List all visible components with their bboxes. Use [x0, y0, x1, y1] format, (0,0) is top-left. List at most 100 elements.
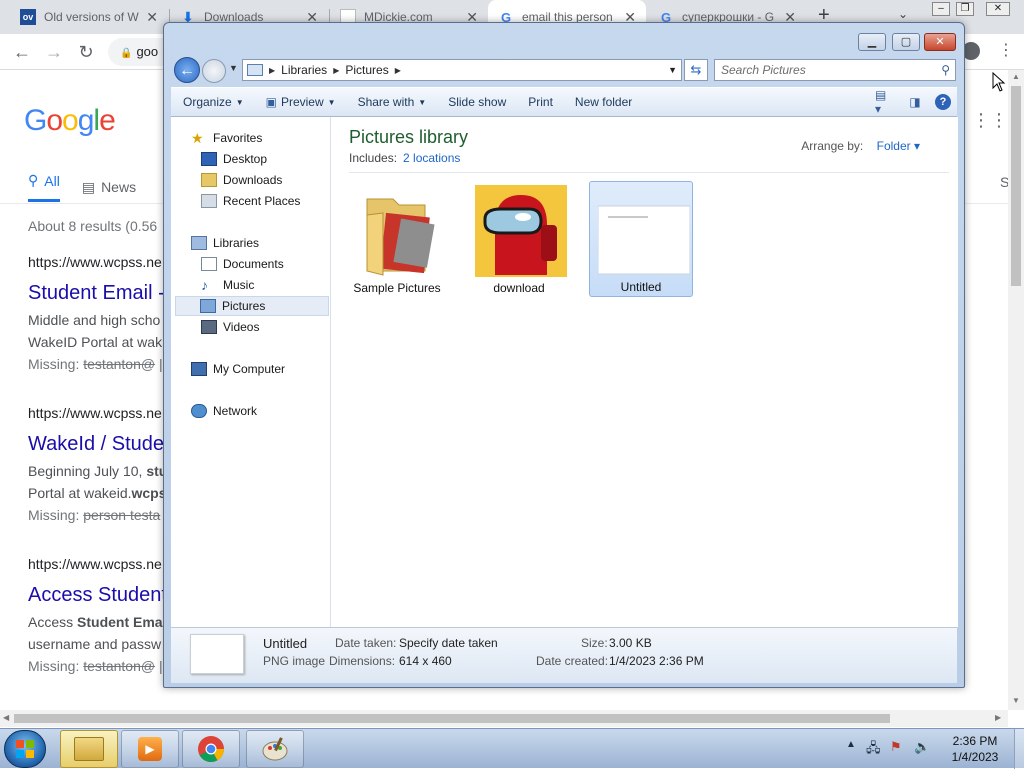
preview-icon: ▣	[265, 95, 277, 109]
system-clock[interactable]: 2:36 PM 1/4/2023	[940, 733, 1010, 765]
arrange-by-dropdown[interactable]: Folder ▾	[877, 139, 920, 153]
videos-icon	[201, 320, 217, 334]
breadcrumb-libraries[interactable]: Libraries	[281, 63, 327, 77]
size-value: 3.00 KB	[609, 636, 652, 650]
change-view-icon[interactable]: ▤ ▾	[875, 88, 895, 116]
details-pane: Untitled PNG image Date taken: Specify d…	[171, 627, 957, 683]
nav-network[interactable]: Network	[191, 401, 257, 421]
address-bar[interactable]: ▶ Libraries ▶ Pictures ▶ ▼	[242, 59, 682, 81]
scroll-up-icon[interactable]: ▲	[1012, 72, 1020, 81]
item-untitled[interactable]: Untitled	[589, 181, 693, 297]
help-icon[interactable]: ?	[935, 94, 951, 110]
search-input[interactable]: Search Pictures ⚲	[714, 59, 956, 81]
taskbar-chrome[interactable]	[182, 730, 240, 768]
locations-link[interactable]: 2 locations	[403, 151, 460, 165]
volume-icon[interactable]: 🔈	[914, 739, 930, 755]
scroll-left-icon[interactable]: ◀	[3, 713, 9, 722]
size-label: Size:	[581, 636, 608, 650]
maximize-icon[interactable]: ▢	[892, 33, 920, 51]
tab-label: All	[44, 172, 60, 189]
forward-arrow-icon[interactable]	[202, 59, 226, 83]
mouse-cursor-icon	[992, 72, 1006, 92]
date-taken-value[interactable]: Specify date taken	[399, 636, 498, 650]
preview-button[interactable]: ▣ Preview ▼	[254, 95, 346, 109]
close-tab-icon[interactable]: ✕	[146, 9, 158, 26]
nav-libraries[interactable]: Libraries	[191, 233, 259, 253]
search-icon[interactable]: ⚲	[941, 60, 950, 80]
breadcrumb-chevron-icon[interactable]: ▶	[269, 66, 275, 75]
date-taken-label: Date taken:	[335, 636, 397, 650]
vertical-scrollbar[interactable]: ▲ ▼	[1008, 70, 1024, 710]
google-logo[interactable]: Google	[24, 104, 116, 138]
breadcrumb-pictures[interactable]: Pictures	[345, 63, 388, 77]
network-icon	[191, 404, 207, 418]
slide-show-button[interactable]: Slide show	[436, 95, 516, 109]
nav-videos[interactable]: Videos	[201, 317, 259, 337]
lock-icon: 🔒	[120, 48, 133, 59]
show-hidden-icons-icon[interactable]: ▲	[846, 739, 856, 750]
close-icon[interactable]: ✕	[924, 33, 956, 51]
downloads-folder-icon	[201, 173, 217, 187]
taskbar-media-player[interactable]: ▶	[121, 730, 179, 768]
item-label: download	[493, 281, 545, 295]
tab-search-chevron-icon[interactable]: ⌄	[898, 7, 908, 21]
tab-old-versions[interactable]: ov Old versions of W ✕	[10, 0, 168, 34]
minimize-icon[interactable]: –	[932, 2, 950, 16]
item-sample-pictures[interactable]: Sample Pictures	[345, 181, 449, 297]
scrollbar-thumb[interactable]	[14, 714, 890, 723]
restore-icon[interactable]: ❐	[956, 2, 974, 16]
back-arrow-icon[interactable]: ←	[10, 40, 34, 64]
nav-recent-places[interactable]: Recent Places	[201, 191, 300, 211]
new-folder-button[interactable]: New folder	[563, 95, 642, 109]
scroll-right-icon[interactable]: ▶	[995, 713, 1001, 722]
navigation-pane: ★ Favorites Desktop Downloads Recent Pla…	[171, 117, 331, 627]
taskbar-explorer[interactable]	[60, 730, 118, 768]
nav-downloads[interactable]: Downloads	[201, 170, 282, 190]
share-with-button[interactable]: Share with ▼	[346, 95, 437, 109]
taskbar-paint[interactable]	[246, 730, 304, 768]
horizontal-scrollbar[interactable]: ◀ ▶	[0, 710, 1008, 727]
music-icon: ♪	[201, 277, 208, 293]
network-tray-icon[interactable]: 🖧	[866, 739, 881, 761]
forward-arrow-icon[interactable]: →	[42, 40, 66, 64]
tab-all[interactable]: ⚲ All	[28, 172, 60, 202]
address-bar[interactable]: 🔒 goo	[108, 38, 168, 66]
refresh-icon[interactable]: ⇆	[684, 59, 708, 81]
scrollbar-thumb[interactable]	[1011, 86, 1021, 286]
action-center-flag-icon[interactable]: ⚑	[890, 739, 902, 755]
file-thumbnail	[190, 634, 244, 674]
nav-pictures[interactable]: Pictures	[175, 296, 329, 316]
file-type: PNG image	[263, 654, 326, 668]
chrome-menu-icon[interactable]: ⋮	[998, 40, 1014, 60]
clock-date: 1/4/2023	[951, 750, 999, 764]
search-icon: ⚲	[28, 172, 39, 188]
address-dropdown-icon[interactable]: ▼	[668, 65, 677, 75]
search-tabs: ⚲ All ▤ News	[28, 172, 136, 202]
recent-places-icon	[201, 194, 217, 208]
back-arrow-icon[interactable]: ←	[174, 57, 200, 83]
nav-desktop[interactable]: Desktop	[201, 149, 267, 169]
nav-documents[interactable]: Documents	[201, 254, 284, 274]
library-title: Pictures library	[349, 127, 469, 147]
close-window-icon[interactable]: ✕	[986, 2, 1010, 16]
nav-my-computer[interactable]: My Computer	[191, 359, 285, 379]
explorer-icon	[74, 737, 104, 761]
blank-image	[598, 205, 690, 275]
recent-pages-chevron-icon[interactable]: ▼	[229, 63, 238, 73]
start-button[interactable]	[4, 730, 46, 768]
minimize-icon[interactable]: ▁	[858, 33, 886, 51]
preview-pane-icon[interactable]: ◨	[905, 93, 925, 111]
breadcrumb-chevron-icon[interactable]: ▶	[395, 66, 401, 75]
nav-music[interactable]: ♪ Music	[201, 275, 254, 295]
arrange-by: Arrange by: Folder ▾	[801, 139, 920, 153]
breadcrumb-chevron-icon[interactable]: ▶	[333, 66, 339, 75]
item-download[interactable]: download	[467, 181, 571, 297]
scroll-down-icon[interactable]: ▼	[1012, 696, 1020, 705]
nav-favorites[interactable]: ★ Favorites	[191, 128, 262, 148]
reload-icon[interactable]: ↻	[74, 40, 98, 64]
print-button[interactable]: Print	[516, 95, 563, 109]
tab-news[interactable]: ▤ News	[82, 172, 136, 202]
organize-button[interactable]: Organize ▼	[171, 95, 254, 109]
show-desktop-button[interactable]	[1014, 729, 1024, 769]
windows-logo-icon	[16, 740, 34, 758]
